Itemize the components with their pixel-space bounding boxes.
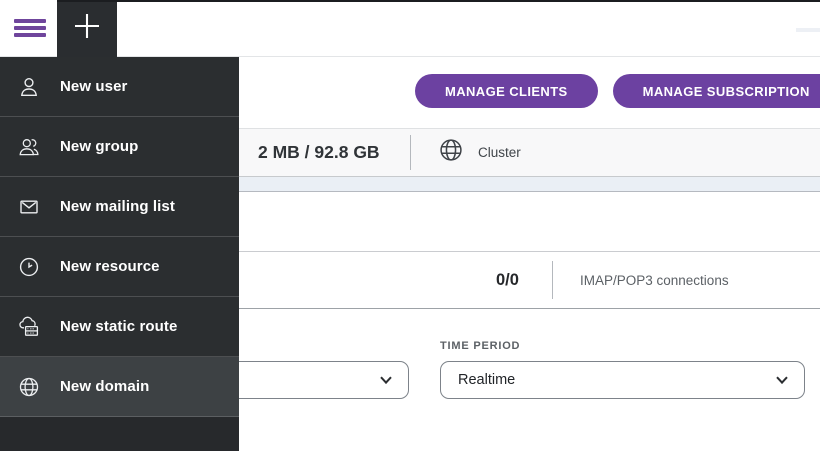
cluster-status: Cluster [437,129,521,176]
cluster-label: Cluster [478,145,521,160]
app-window: MANAGE CLIENTS MANAGE SUBSCRIPTION 2 MB … [0,0,820,451]
menu-item-new-domain[interactable]: New domain [0,357,239,417]
menu-footer-area [0,417,239,451]
cloud-route-icon [17,315,41,339]
menu-item-label: New resource [60,258,160,275]
menu-item-label: New domain [60,378,149,395]
plus-icon [72,11,102,46]
top-header [0,0,820,57]
add-new-button[interactable] [57,0,117,57]
menu-icon [14,19,46,23]
manage-clients-button[interactable]: MANAGE CLIENTS [415,74,598,108]
menu-item-label: New mailing list [60,198,175,215]
chevron-down-icon [376,370,396,390]
time-period-dropdown[interactable]: Realtime [440,361,805,399]
menu-item-label: New group [60,138,138,155]
storage-usage: 2 MB / 92.8 GB [258,129,380,176]
hamburger-menu-button[interactable] [14,19,46,37]
globe-icon [437,136,465,169]
group-icon [17,135,41,159]
manage-subscription-button[interactable]: MANAGE SUBSCRIPTION [613,74,820,108]
menu-item-label: New static route [60,318,177,335]
vertical-divider [410,135,411,170]
chevron-down-icon [772,370,792,390]
menu-item-label: New user [60,78,128,95]
action-buttons-row: MANAGE CLIENTS MANAGE SUBSCRIPTION [415,74,820,108]
connections-count: 0/0 [496,252,519,308]
time-period-value: Realtime [458,372,772,388]
clock-icon [17,255,41,279]
globe-icon [17,375,41,399]
menu-item-new-mailing-list[interactable]: New mailing list [0,177,239,237]
connections-label: IMAP/POP3 connections [580,252,729,308]
menu-item-new-static-route[interactable]: New static route [0,297,239,357]
menu-item-new-resource[interactable]: New resource [0,237,239,297]
new-item-menu: New user New group New mailing list [0,57,239,451]
time-period-label: TIME PERIOD [440,340,520,352]
envelope-icon [17,195,41,219]
menu-item-new-user[interactable]: New user [0,57,239,117]
scrollbar-fragment [796,28,820,32]
user-icon [17,75,41,99]
top-border [57,0,820,2]
menu-item-new-group[interactable]: New group [0,117,239,177]
vertical-divider [552,261,553,299]
